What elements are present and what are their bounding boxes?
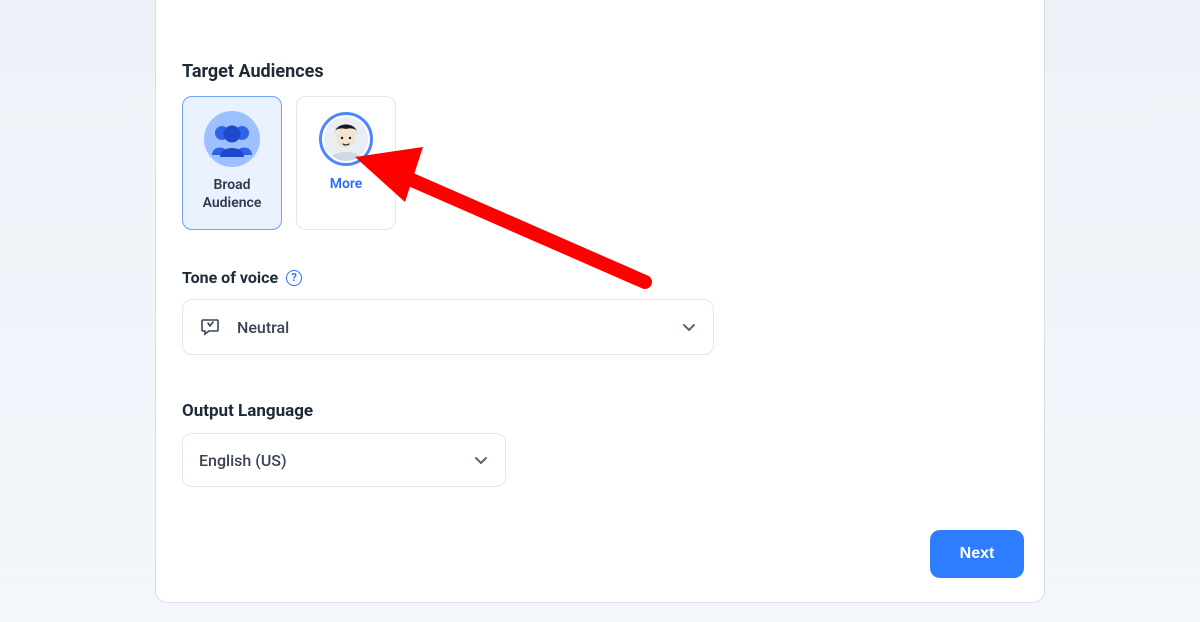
audience-card-label: Broad Audience bbox=[183, 177, 281, 212]
page-background: Target Audiences Broad Audience bbox=[0, 0, 1200, 622]
audience-card-broad[interactable]: Broad Audience bbox=[182, 96, 282, 230]
next-button[interactable]: Next bbox=[930, 530, 1024, 578]
audience-card-more[interactable]: More bbox=[296, 96, 396, 230]
audience-group-icon bbox=[204, 111, 260, 167]
avatar-icon bbox=[319, 112, 373, 166]
chevron-down-icon bbox=[473, 452, 489, 468]
output-language-label: Output Language bbox=[182, 401, 1018, 421]
target-audiences-title: Target Audiences bbox=[182, 61, 1018, 82]
language-value: English (US) bbox=[199, 451, 459, 470]
chevron-down-icon bbox=[681, 319, 697, 335]
form-card: Target Audiences Broad Audience bbox=[155, 0, 1045, 603]
speech-bubble-icon bbox=[199, 315, 223, 339]
tone-of-voice-label: Tone of voice bbox=[182, 268, 278, 287]
tone-of-voice-select[interactable]: Neutral bbox=[182, 299, 714, 355]
audience-card-row: Broad Audience bbox=[182, 96, 1018, 230]
tone-value: Neutral bbox=[237, 318, 667, 337]
audience-card-label: More bbox=[324, 176, 369, 194]
tone-label-row: Tone of voice ? bbox=[182, 268, 1018, 287]
output-language-select[interactable]: English (US) bbox=[182, 433, 506, 487]
help-icon[interactable]: ? bbox=[286, 270, 302, 286]
